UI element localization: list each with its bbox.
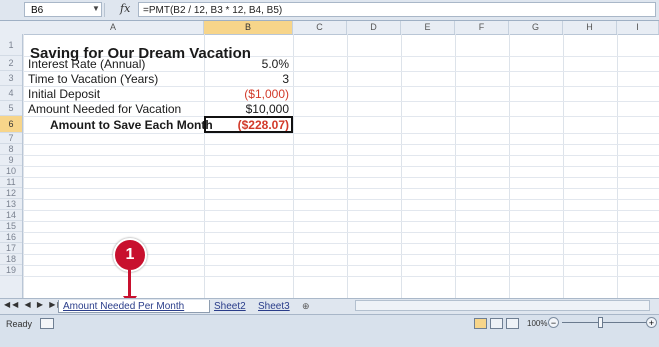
status-ready-text: Ready	[6, 319, 33, 329]
name-box[interactable]: B6	[24, 2, 102, 17]
value-amount-needed[interactable]: $10,000	[204, 102, 289, 116]
gridline	[23, 232, 659, 233]
column-header-i[interactable]: I	[617, 21, 659, 34]
column-header-f[interactable]: F	[455, 21, 509, 34]
sheet-nav-arrows-icon[interactable]: ◀◀ ◀ ▶ ▶▶	[4, 300, 66, 309]
formula-input[interactable]: =PMT(B2 / 12, B3 * 12, B4, B5)	[138, 2, 656, 17]
macro-record-icon[interactable]	[40, 318, 54, 329]
row-header-11[interactable]: 11	[0, 177, 22, 188]
row-header-2[interactable]: 2	[0, 56, 22, 71]
row-header-8[interactable]: 8	[0, 144, 22, 155]
column-header-e[interactable]: E	[401, 21, 455, 34]
column-header-a[interactable]: A	[23, 21, 204, 34]
zoom-level-text[interactable]: 100%	[527, 319, 547, 328]
sheet-tab-active[interactable]: Amount Needed Per Month	[58, 300, 210, 313]
gridline	[23, 144, 659, 145]
gridline	[23, 116, 659, 117]
name-box-dropdown-icon[interactable]: ▼	[92, 4, 100, 13]
row-header-15[interactable]: 15	[0, 221, 22, 232]
zoom-minus-icon[interactable]: −	[548, 317, 559, 328]
row-header-9[interactable]: 9	[0, 155, 22, 166]
gridline	[23, 199, 659, 200]
row-header-17[interactable]: 17	[0, 243, 22, 254]
gridline	[23, 177, 659, 178]
row-header-6[interactable]: 6	[0, 116, 22, 133]
insert-sheet-icon[interactable]: ⊕	[302, 300, 310, 313]
column-headers: A B C D E F G H I	[0, 21, 659, 35]
formula-bar-separator	[104, 3, 105, 17]
label-amount-to-save[interactable]: Amount to Save Each Month	[50, 118, 213, 132]
row-header-14[interactable]: 14	[0, 210, 22, 221]
status-bar	[0, 314, 659, 347]
row-header-19[interactable]: 19	[0, 265, 22, 276]
row-header-10[interactable]: 10	[0, 166, 22, 177]
zoom-plus-icon[interactable]: +	[646, 317, 657, 328]
gridline	[23, 210, 659, 211]
row-header-12[interactable]: 12	[0, 188, 22, 199]
column-header-h[interactable]: H	[563, 21, 617, 34]
page-break-icon[interactable]	[506, 318, 519, 329]
gridline	[23, 133, 659, 134]
active-cell-border	[204, 116, 293, 133]
gridline	[23, 166, 659, 167]
column-header-d[interactable]: D	[347, 21, 401, 34]
gridline	[23, 86, 659, 87]
gridline	[23, 155, 659, 156]
value-time-to-vacation[interactable]: 3	[204, 72, 289, 86]
row-header-4[interactable]: 4	[0, 86, 22, 101]
row-header-5[interactable]: 5	[0, 101, 22, 116]
gridline	[23, 188, 659, 189]
row-header-18[interactable]: 18	[0, 254, 22, 265]
row-header-3[interactable]: 3	[0, 71, 22, 86]
row-headers: 1 2 3 4 5 6 7 8 9 10 11 12 13 14 15 16 1…	[0, 34, 23, 298]
label-initial-deposit[interactable]: Initial Deposit	[28, 87, 100, 101]
value-initial-deposit[interactable]: ($1,000)	[204, 87, 289, 101]
gridline	[23, 221, 659, 222]
horizontal-scrollbar[interactable]	[355, 300, 650, 311]
row-header-16[interactable]: 16	[0, 232, 22, 243]
sheet-tab-2[interactable]: Sheet2	[214, 300, 246, 313]
label-interest-rate[interactable]: Interest Rate (Annual)	[28, 57, 145, 71]
row-header-1[interactable]: 1	[0, 34, 22, 56]
fx-icon[interactable]: fx	[120, 2, 130, 15]
gridline	[23, 276, 659, 277]
value-interest-rate[interactable]: 5.0%	[204, 57, 289, 71]
step-callout-badge: 1	[113, 238, 147, 272]
normal-view-icon[interactable]	[474, 318, 487, 329]
label-amount-needed[interactable]: Amount Needed for Vacation	[28, 102, 181, 116]
row-header-7[interactable]: 7	[0, 133, 22, 144]
label-time-to-vacation[interactable]: Time to Vacation (Years)	[28, 72, 158, 86]
column-header-b[interactable]: B	[204, 21, 293, 34]
zoom-slider-thumb[interactable]	[598, 317, 603, 328]
row-header-13[interactable]: 13	[0, 199, 22, 210]
page-layout-icon[interactable]	[490, 318, 503, 329]
zoom-slider-track[interactable]	[562, 322, 646, 323]
column-header-c[interactable]: C	[293, 21, 347, 34]
sheet-tab-3[interactable]: Sheet3	[258, 300, 290, 313]
column-header-g[interactable]: G	[509, 21, 563, 34]
